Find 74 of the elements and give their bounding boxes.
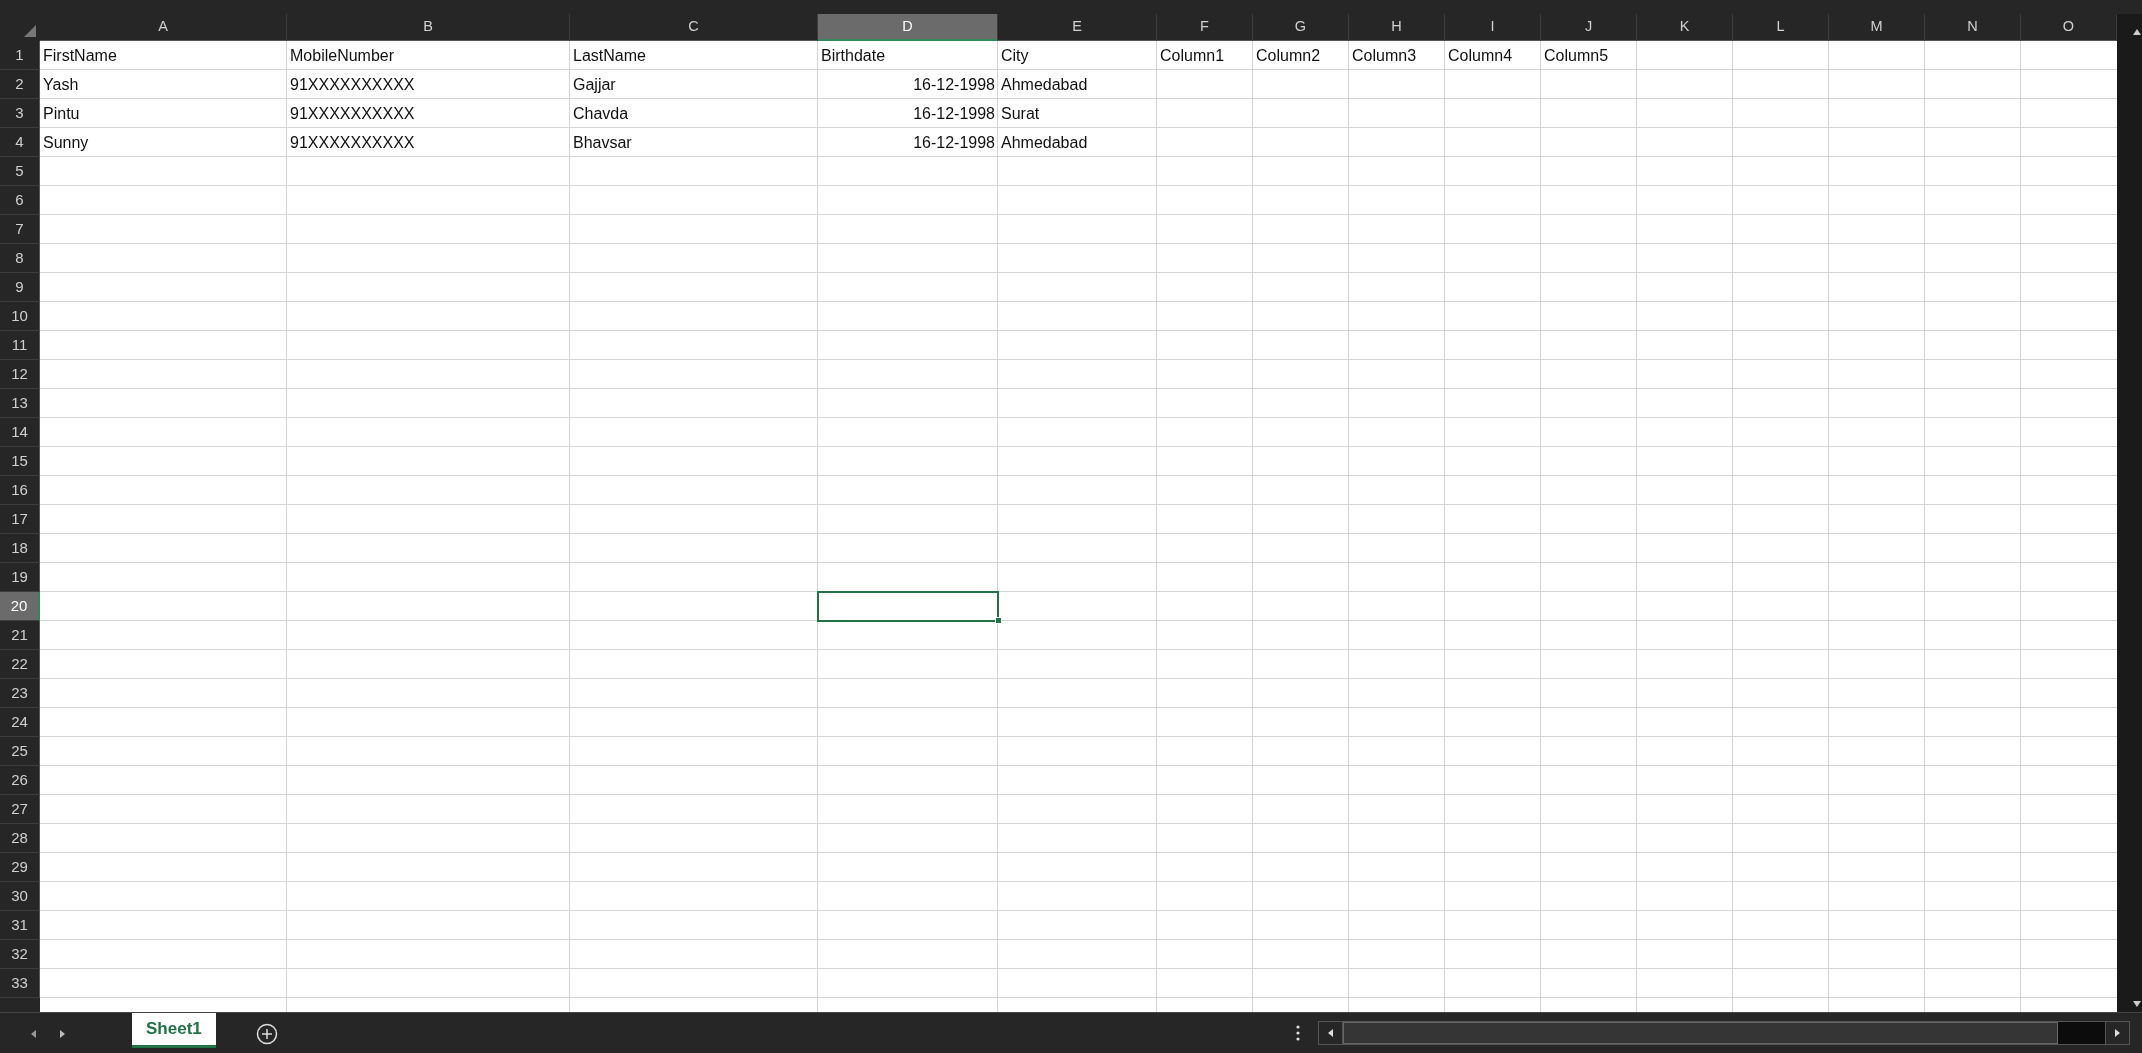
row-header[interactable]: 26 [0,766,40,795]
table-cell-text: Chavda [572,103,630,124]
row-header[interactable]: 10 [0,302,40,331]
table-cell-text: 91XXXXXXXXXX [289,132,416,153]
table-cell-text: Sunny [42,132,90,153]
sheet-tab[interactable]: Sheet1 [132,1012,216,1048]
row-header[interactable]: 11 [0,331,40,360]
column-header[interactable]: D [818,14,998,41]
row-header[interactable]: 20 [0,592,40,621]
table-cell-text: LastName [572,45,647,66]
table-cell-text: 91XXXXXXXXXX [289,103,416,124]
row-header[interactable]: 31 [0,911,40,940]
row-header[interactable]: 5 [0,157,40,186]
table-cell-text: MobileNumber [289,45,396,66]
column-header[interactable]: O [2021,14,2117,41]
row-header[interactable]: 32 [0,940,40,969]
table-cell-text: FirstName [42,45,118,66]
table-cell-text: Surat [1000,103,1041,124]
column-header[interactable]: E [998,14,1157,41]
column-header[interactable]: A [40,14,287,41]
row-header[interactable]: 13 [0,389,40,418]
column-header[interactable]: B [287,14,570,41]
column-header[interactable]: I [1445,14,1541,41]
column-header[interactable]: L [1733,14,1829,41]
table-cell-text: Column5 [1543,45,1610,66]
table-cell-text: Yash [42,74,80,95]
table-cell-text: Column4 [1447,45,1514,66]
row-header[interactable]: 19 [0,563,40,592]
column-header[interactable]: K [1637,14,1733,41]
table-cell-text: Ahmedabad [1000,74,1089,95]
row-header[interactable]: 4 [0,128,40,157]
row-header[interactable]: 28 [0,824,40,853]
column-header[interactable]: N [1925,14,2021,41]
row-header[interactable]: 21 [0,621,40,650]
row-header[interactable]: 17 [0,505,40,534]
row-header[interactable]: 14 [0,418,40,447]
table-cell-text: Ahmedabad [1000,132,1089,153]
table-cell-text: Birthdate [820,45,887,66]
table-cell-text: 16-12-1998 [912,132,996,153]
row-header[interactable]: 16 [0,476,40,505]
table-cell-text: City [1000,45,1030,66]
column-header[interactable]: H [1349,14,1445,41]
row-header[interactable]: 9 [0,273,40,302]
column-header[interactable]: F [1157,14,1253,41]
row-header[interactable]: 8 [0,244,40,273]
row-header[interactable]: 25 [0,737,40,766]
row-header[interactable]: 18 [0,534,40,563]
row-header[interactable]: 33 [0,969,40,998]
table-cell-text: Gajjar [572,74,617,95]
row-header[interactable]: 15 [0,447,40,476]
table-cell-text: Column1 [1159,45,1226,66]
table-cell-text: 16-12-1998 [912,103,996,124]
table-cell-text: Pintu [42,103,81,124]
row-header[interactable]: 23 [0,679,40,708]
row-header[interactable]: 30 [0,882,40,911]
table-cell-text: 16-12-1998 [912,74,996,95]
row-header[interactable]: 27 [0,795,40,824]
table-cell-text: Column3 [1351,45,1418,66]
row-header[interactable]: 7 [0,215,40,244]
row-header[interactable]: 22 [0,650,40,679]
column-header[interactable]: J [1541,14,1637,41]
row-header[interactable]: 29 [0,853,40,882]
column-header[interactable]: G [1253,14,1349,41]
row-header[interactable]: 1 [0,41,40,70]
row-header[interactable]: 3 [0,99,40,128]
column-header[interactable]: M [1829,14,1925,41]
row-header[interactable]: 6 [0,186,40,215]
row-header[interactable]: 12 [0,360,40,389]
column-header[interactable]: C [570,14,818,41]
row-header[interactable]: 24 [0,708,40,737]
row-header[interactable]: 2 [0,70,40,99]
table-cell-text: 91XXXXXXXXXX [289,74,416,95]
table-cell-text: Column2 [1255,45,1322,66]
table-cell-text: Bhavsar [572,132,633,153]
